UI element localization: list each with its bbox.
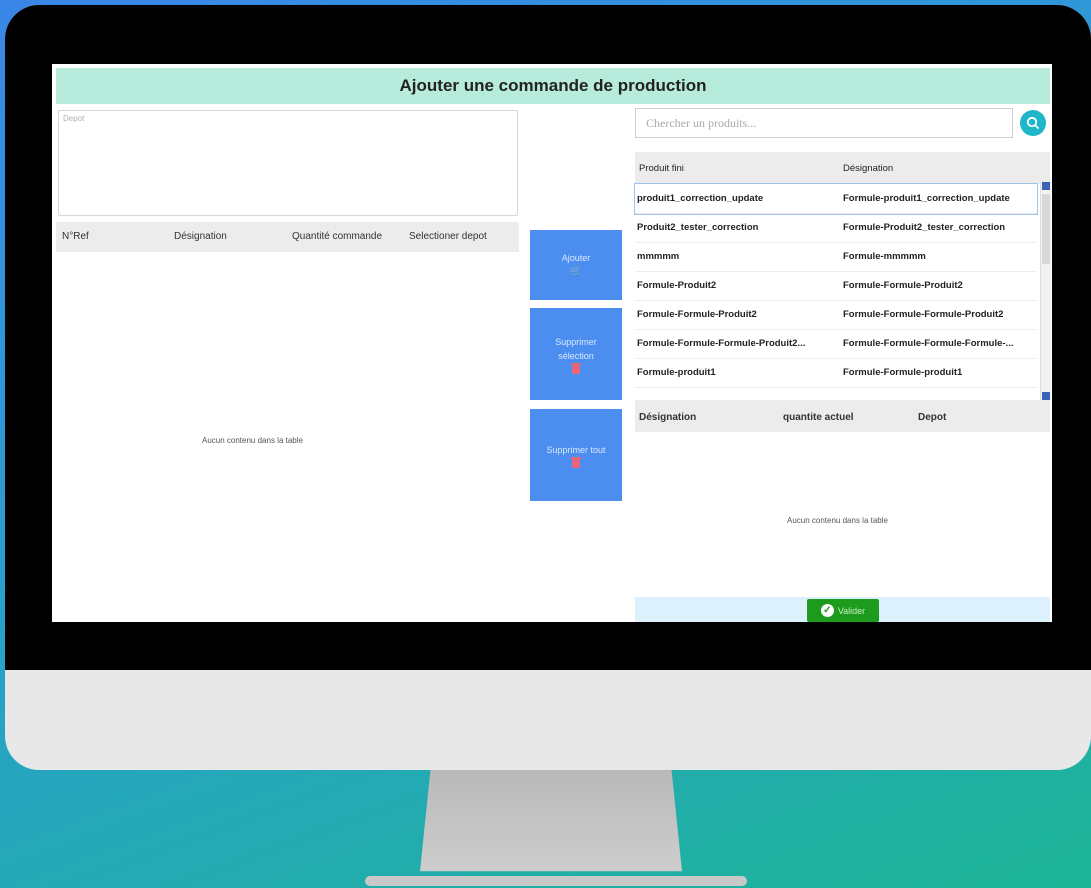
search-input[interactable]: Chercher un produits... (635, 108, 1013, 138)
remove-all-label: Supprimer tout (546, 444, 606, 455)
product-name: Formule-Produit2 (637, 280, 717, 291)
product-designation: Formule-mmmmm (843, 251, 926, 262)
column-designation[interactable]: Désignation (639, 412, 696, 423)
products-scrollbar[interactable] (1040, 182, 1051, 400)
product-name: Formule-Formule-Formule-Produit2... (637, 338, 806, 349)
order-table-empty: Aucun contenu dans la table (202, 436, 303, 445)
product-row[interactable]: Produit2_tester_correction Formule-Produ… (635, 213, 1037, 243)
scroll-up-icon[interactable] (1042, 182, 1050, 190)
product-designation: Formule-produit1_correction_update (843, 193, 1010, 204)
search-placeholder: Chercher un produits... (646, 116, 757, 130)
products-table-header: Produit fini Désignation (635, 152, 1050, 184)
product-name: Produit2_tester_correction (637, 222, 759, 233)
remove-selection-label: Supprimer sélection (555, 336, 597, 361)
product-name: produit1_correction_update (637, 193, 764, 204)
column-depot[interactable]: Depot (918, 412, 946, 423)
product-row[interactable]: produit1_correction_update Formule-produ… (634, 183, 1038, 215)
page-title: Ajouter une commande de production (56, 68, 1050, 104)
product-name: Formule-produit1 (637, 367, 716, 378)
product-row[interactable]: mmmmm Formule-mmmmm (635, 242, 1037, 272)
monitor-stand (420, 770, 682, 872)
trash-icon (571, 456, 581, 468)
depot-placeholder: Depot (63, 114, 85, 123)
products-table: Produit fini Désignation produit1_correc… (634, 152, 1050, 388)
monitor-stand-base (365, 876, 747, 886)
remove-selection-button[interactable]: Supprimer sélection (530, 308, 622, 400)
check-icon: ✓ (820, 604, 834, 617)
product-designation: Formule-Produit2_tester_correction (843, 222, 1006, 233)
product-row[interactable]: Formule-Formule-Formule-Produit2... Form… (635, 329, 1037, 359)
stock-table-empty: Aucun contenu dans la table (787, 516, 888, 525)
scroll-down-icon[interactable] (1042, 392, 1050, 400)
trash-icon (571, 362, 581, 374)
scroll-thumb[interactable] (1042, 194, 1050, 264)
add-label: Ajouter (561, 253, 591, 263)
product-name: Formule-Formule-Produit2 (637, 309, 757, 320)
product-row[interactable]: Formule-produit1 Formule-Formule-produit… (635, 358, 1037, 388)
app-screen: Ajouter une commande de production Depot… (52, 64, 1052, 622)
column-designation[interactable]: Désignation (174, 231, 227, 242)
product-name: mmmmm (637, 251, 680, 262)
product-designation: Formule-Formule-produit1 (843, 367, 963, 378)
column-quantity[interactable]: Quantité commande (292, 231, 382, 242)
column-ref[interactable]: N°Ref (62, 231, 89, 242)
depot-textarea[interactable]: Depot (58, 110, 518, 216)
product-row[interactable]: Formule-Formule-Produit2 Formule-Formule… (635, 300, 1037, 330)
remove-all-button[interactable]: Supprimer tout (530, 409, 622, 501)
column-select-depot[interactable]: Selectioner depot (409, 231, 487, 242)
stock-table-header: Désignation quantite actuel Depot (635, 400, 1050, 432)
column-designation[interactable]: Désignation (843, 163, 893, 174)
column-finished-product[interactable]: Produit fini (639, 163, 684, 174)
product-designation: Formule-Formule-Produit2 (843, 280, 963, 291)
validate-button[interactable]: ✓ Valider (807, 599, 879, 622)
search-button[interactable] (1020, 110, 1046, 136)
order-table-header: N°Ref Désignation Quantité commande Sele… (56, 222, 519, 252)
validate-label: Valider (837, 605, 866, 616)
product-designation: Formule-Formule-Formule-Formule-... (843, 338, 1014, 349)
product-row[interactable]: Formule-Produit2 Formule-Formule-Produit… (635, 271, 1037, 301)
column-current-quantity[interactable]: quantite actuel (783, 412, 854, 423)
add-button[interactable]: Ajouter 🛒 (530, 230, 622, 300)
cart-icon: 🛒 (569, 266, 583, 277)
product-designation: Formule-Formule-Formule-Produit2 (843, 309, 1004, 320)
search-icon (1026, 116, 1040, 130)
